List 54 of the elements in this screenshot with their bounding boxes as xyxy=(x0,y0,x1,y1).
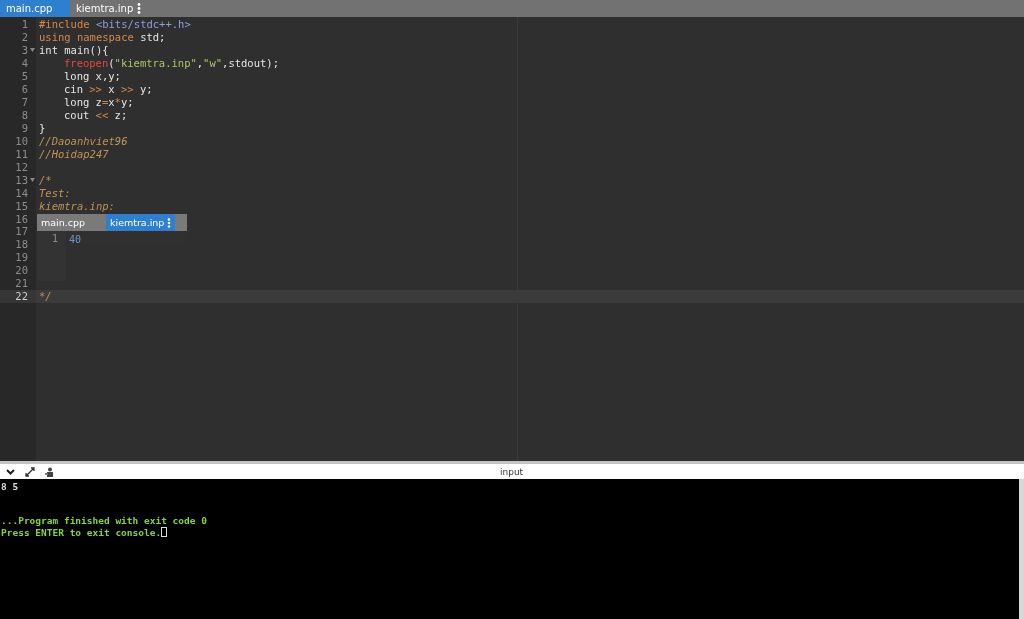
more-icon[interactable] xyxy=(137,3,141,14)
code-line: } xyxy=(38,121,46,134)
line-number: 13 xyxy=(15,173,28,186)
line-number: 22 xyxy=(15,290,28,303)
fold-icon[interactable] xyxy=(29,177,35,182)
code-line: 40 xyxy=(69,234,82,245)
file-tab[interactable]: main.cpp xyxy=(0,0,70,17)
file-tab[interactable]: kiemtra.inp xyxy=(70,0,140,17)
person-icon[interactable] xyxy=(45,466,54,477)
code-line: Test: xyxy=(38,186,71,199)
line-number: 5 xyxy=(21,70,28,83)
code-line: //Hoidap247 xyxy=(38,147,109,160)
console-line: Press ENTER to exit console. xyxy=(1,526,162,538)
line-number: 20 xyxy=(15,264,28,277)
console-title: input xyxy=(500,466,524,477)
code-line: cin >> x >> y; xyxy=(63,83,153,96)
line-number: 19 xyxy=(15,251,28,264)
chevron-down-icon[interactable] xyxy=(6,468,15,475)
code-line: long x,y; xyxy=(63,70,121,83)
code-line: #include <bits/stdc++.h> xyxy=(38,18,191,31)
line-number: 21 xyxy=(15,277,28,290)
code-line: */ xyxy=(38,290,52,303)
line-number: 18 xyxy=(15,238,28,251)
line-number: 17 xyxy=(15,225,28,238)
more-icon[interactable] xyxy=(167,217,171,228)
file-tab[interactable]: main.cpp xyxy=(37,214,106,231)
line-number: 7 xyxy=(21,96,28,109)
line-number: 1 xyxy=(51,233,58,244)
line-number: 11 xyxy=(15,147,28,160)
line-number: 15 xyxy=(15,199,28,212)
line-number: 16 xyxy=(15,212,28,225)
line-number: 1 xyxy=(21,18,28,31)
fold-icon[interactable] xyxy=(29,48,35,53)
expand-icon[interactable] xyxy=(25,466,35,477)
line-number: 4 xyxy=(21,57,28,70)
line-number: 3 xyxy=(21,44,28,57)
code-line: //Daoanhviet96 xyxy=(38,134,128,147)
code-line: freopen("kiemtra.inp","w",stdout); xyxy=(63,57,279,70)
line-number: 9 xyxy=(21,121,28,134)
code-line: cout << z; xyxy=(63,109,128,122)
code-line: using namespace std; xyxy=(38,31,166,44)
code-line: kiemtra.inp: xyxy=(38,199,115,212)
file-tab[interactable]: kiemtra.inp xyxy=(106,214,175,231)
console-line: 8 5 xyxy=(1,481,19,492)
code-line: int main(){ xyxy=(38,44,109,57)
line-number: 12 xyxy=(15,160,28,173)
line-number: 10 xyxy=(15,134,28,147)
line-number: 6 xyxy=(21,83,28,96)
line-number: 8 xyxy=(21,109,28,122)
line-number: 2 xyxy=(21,31,28,44)
code-line: /* xyxy=(38,173,52,186)
console-line: ...Program finished with exit code 0 xyxy=(1,514,207,526)
line-number: 14 xyxy=(15,186,28,199)
code-line: long z=x*y; xyxy=(63,96,134,109)
